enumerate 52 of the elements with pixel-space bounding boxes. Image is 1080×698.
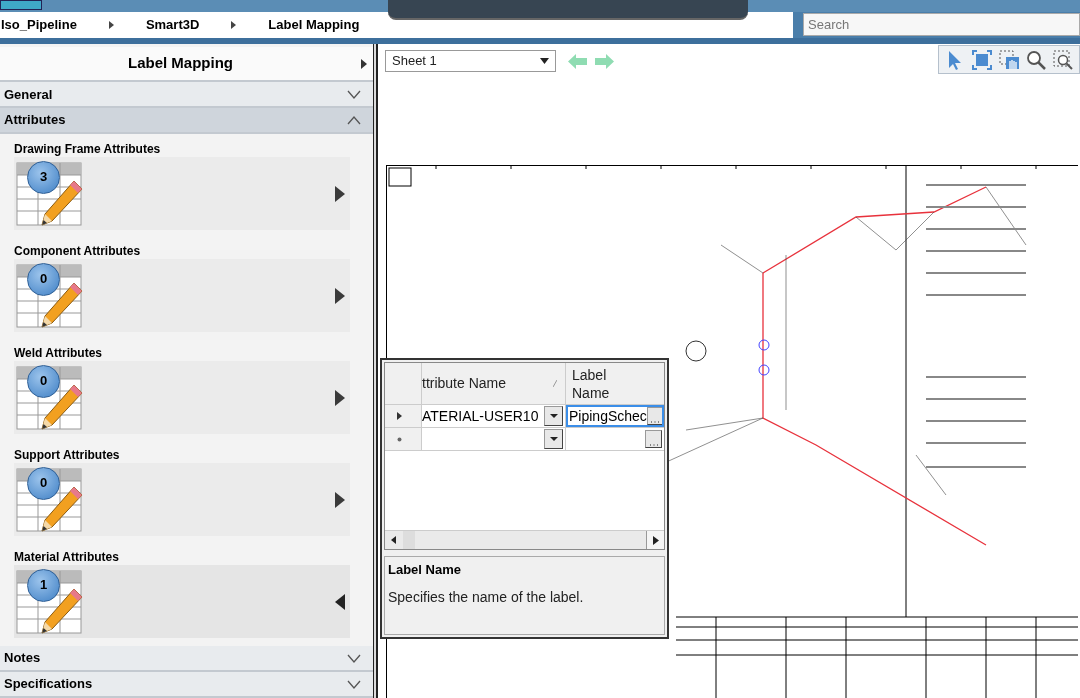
app-logo (0, 0, 42, 10)
section-header[interactable]: Notes (0, 646, 373, 673)
section-header[interactable]: General (0, 82, 373, 109)
scroll-right-icon[interactable] (652, 535, 659, 545)
breadcrumb-item[interactable]: Label Mapping (268, 15, 360, 35)
breadcrumb-item[interactable]: Iso_Pipeline (1, 15, 77, 35)
section-header[interactable]: Attributes (0, 108, 373, 135)
caret-left-icon (335, 593, 345, 610)
description-text: Specifies the name of the label. (388, 587, 585, 607)
column-header[interactable]: ttribute Name (422, 363, 566, 404)
ellipsis-icon (651, 420, 660, 424)
breadcrumb-separator-icon (108, 21, 114, 29)
chevron-down-icon (347, 679, 361, 689)
group-title: Support Attributes (14, 447, 121, 464)
sheet-dropdown[interactable]: Sheet 1 (385, 50, 556, 72)
label-field[interactable]: PipingSchec (566, 405, 664, 427)
group-title: Weld Attributes (14, 345, 103, 362)
chevron-down-icon (347, 653, 361, 663)
attribute-card[interactable]: 0 (14, 361, 350, 435)
dropdown-caret-icon (540, 58, 549, 64)
sort-icon (553, 380, 557, 387)
ellipsis-icon (649, 443, 658, 447)
attribute-card[interactable]: 0 (14, 463, 350, 537)
attribute-card[interactable]: 1 (14, 565, 350, 639)
group-title: Drawing Frame Attributes (14, 141, 162, 158)
breadcrumb-item[interactable]: Smart3D (145, 15, 200, 35)
chevron-up-icon (347, 115, 361, 125)
caret-right-icon (335, 491, 345, 508)
caret-right-icon (335, 185, 345, 202)
arrow-left-icon[interactable] (568, 54, 587, 69)
current-row-icon (397, 412, 402, 420)
column-header[interactable]: Label Name (566, 363, 664, 404)
group-title: Component Attributes (14, 243, 142, 260)
panel-title: Label Mapping (127, 53, 234, 74)
caret-right-icon[interactable] (361, 58, 367, 69)
attribute-combo[interactable]: ATERIAL-USER10 (422, 405, 566, 427)
caret-right-icon (335, 287, 345, 304)
new-row-icon (397, 436, 402, 442)
dropdown-caret-icon (549, 414, 558, 418)
group-title: Material Attributes (14, 549, 120, 566)
caret-right-icon (335, 389, 345, 406)
section-header[interactable]: Specifications (0, 672, 373, 698)
description-title: Label Name (388, 561, 462, 579)
arrow-right-icon[interactable] (595, 54, 614, 69)
chevron-down-icon (347, 89, 361, 99)
attribute-card[interactable]: 0 (14, 259, 350, 333)
row-header[interactable] (385, 405, 422, 427)
search-field[interactable]: Search (803, 13, 1080, 36)
dropdown-caret-icon (549, 437, 558, 441)
horizontal-scrollbar[interactable] (385, 530, 664, 549)
breadcrumb-separator-icon (231, 21, 237, 29)
attribute-card[interactable]: 3 (14, 157, 350, 231)
